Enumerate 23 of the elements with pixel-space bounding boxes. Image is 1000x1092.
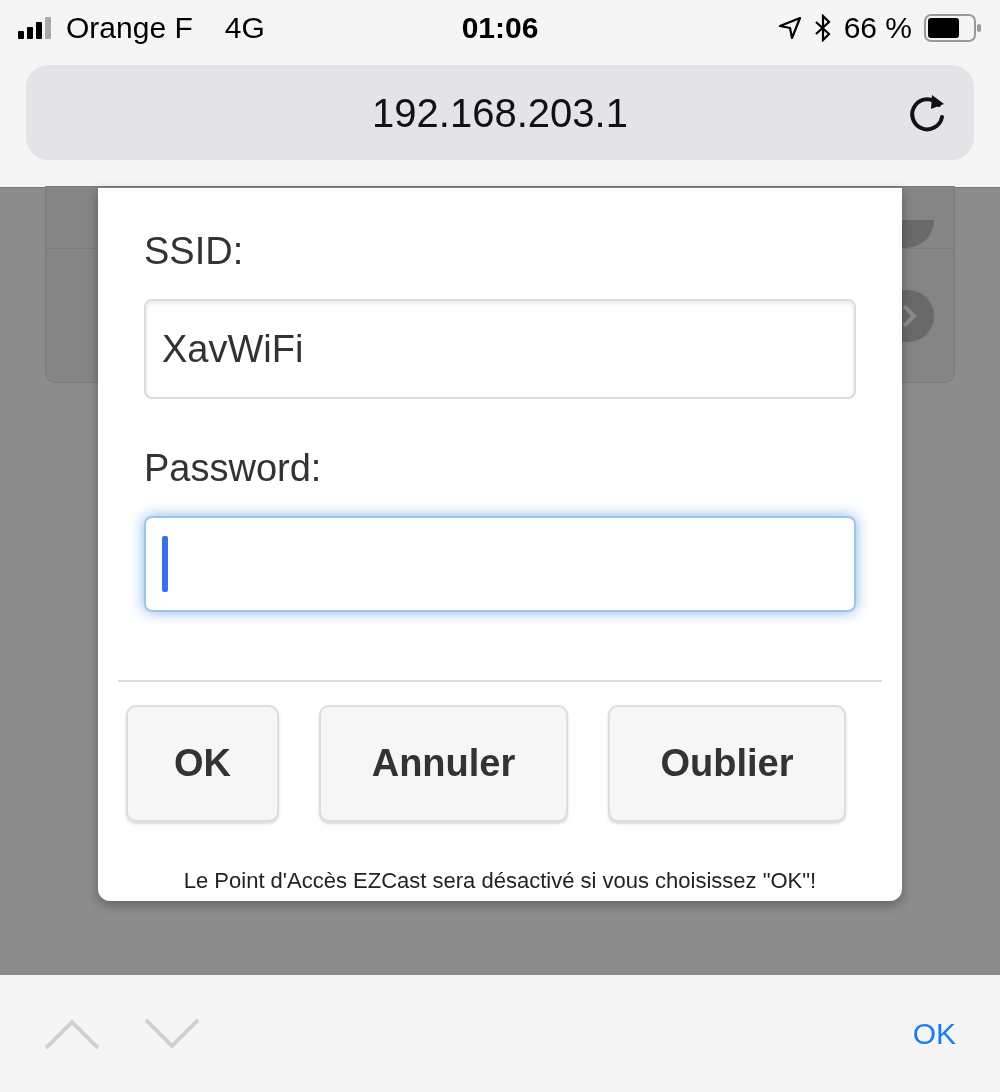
signal-icon	[18, 16, 54, 39]
battery-icon	[924, 13, 982, 42]
battery-percent: 66 %	[843, 10, 912, 46]
done-button[interactable]: OK	[912, 1011, 956, 1056]
network-type: 4G	[224, 10, 265, 46]
location-arrow-icon	[777, 15, 802, 40]
carrier-name: Orange F	[66, 10, 193, 46]
field-label: SSID:	[144, 229, 245, 274]
input-field[interactable]	[144, 516, 856, 612]
clock: 01:06	[461, 10, 539, 46]
dialog-button[interactable]: Annuler	[319, 705, 568, 822]
text-caret	[162, 536, 168, 592]
url-text: 192.168.203.1	[372, 89, 628, 137]
dialog-button[interactable]: Oublier	[608, 705, 846, 822]
field-value: XavWiFi	[162, 326, 304, 372]
warning-note: Le Point d'Accès EZCast sera désactivé si vous choisissez "OK"!	[183, 867, 817, 895]
down-chevron-icon[interactable]	[144, 1017, 200, 1050]
address-bar[interactable]: 192.168.203.1	[26, 65, 974, 160]
field-label: Password:	[144, 446, 323, 491]
bluetooth-icon	[813, 13, 832, 42]
dialog-button[interactable]: OK	[126, 705, 279, 822]
up-chevron-icon[interactable]	[44, 1017, 100, 1050]
input-field[interactable]: XavWiFi	[144, 299, 856, 399]
